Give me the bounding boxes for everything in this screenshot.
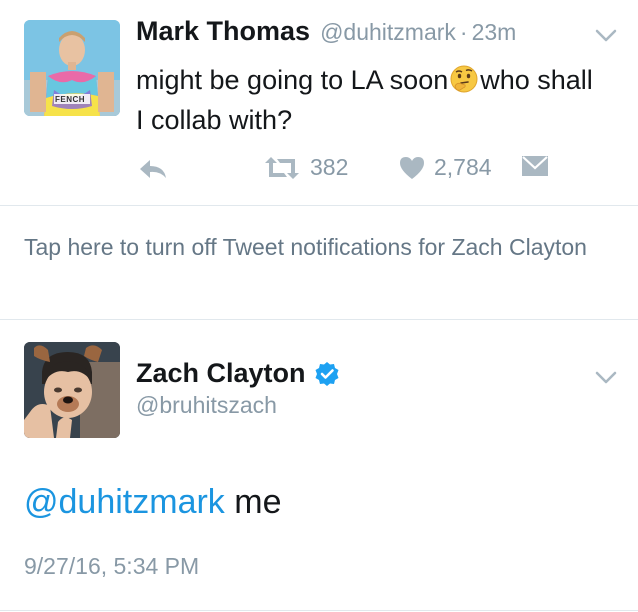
divider — [0, 319, 638, 320]
tweet-timestamp: 9/27/16, 5:34 PM — [24, 553, 200, 579]
avatar-shirt-text: FENCH — [55, 95, 86, 104]
tweet-header: Zach Clayton — [136, 358, 340, 389]
author-handle[interactable]: @bruhitszach — [136, 392, 277, 419]
author-name[interactable]: Zach Clayton — [136, 358, 306, 389]
divider — [0, 205, 638, 206]
verified-badge-icon — [315, 361, 339, 386]
direct-message-button[interactable] — [520, 154, 550, 178]
retweet-icon — [265, 156, 299, 179]
retweet-count: 382 — [310, 154, 349, 180]
avatar-photo-zach — [24, 342, 120, 438]
envelope-icon — [522, 156, 548, 176]
retweet-button[interactable]: 382 — [262, 154, 348, 181]
avatar[interactable] — [24, 342, 120, 438]
reply-button[interactable] — [138, 158, 168, 180]
tweet-time[interactable]: 23m — [472, 19, 517, 46]
chevron-down-icon[interactable] — [595, 371, 617, 385]
author-name[interactable]: Mark Thomas — [136, 16, 310, 47]
chevron-down-icon[interactable] — [595, 29, 617, 43]
tweet-text-part-1: might be going to LA soon — [136, 65, 449, 95]
author-handle[interactable]: @duhitzmark — [320, 19, 456, 46]
separator-dot: · — [459, 19, 468, 45]
tweet-mark-thomas[interactable]: FENCH Mark Thomas @duhitzmark · 23m migh… — [0, 0, 638, 205]
reply-icon — [140, 160, 166, 178]
tweet-header: Mark Thomas @duhitzmark · 23m — [136, 16, 516, 50]
divider — [0, 610, 638, 611]
tweet-text: @duhitzmark me — [24, 483, 281, 522]
like-count: 2,784 — [434, 154, 492, 180]
thinking-face-icon — [450, 65, 478, 93]
tweet-text: might be going to LA soon who shall I co… — [136, 60, 606, 140]
notification-toggle-link[interactable]: Tap here to turn off Tweet notifications… — [24, 232, 614, 262]
mention-link[interactable]: @duhitzmark — [24, 483, 225, 521]
avatar[interactable]: FENCH — [24, 20, 120, 116]
tweet-text-body: me — [224, 483, 282, 521]
heart-icon — [400, 156, 424, 179]
like-button[interactable]: 2,784 — [398, 154, 492, 181]
tweet-actions: 382 2,784 — [0, 150, 638, 190]
